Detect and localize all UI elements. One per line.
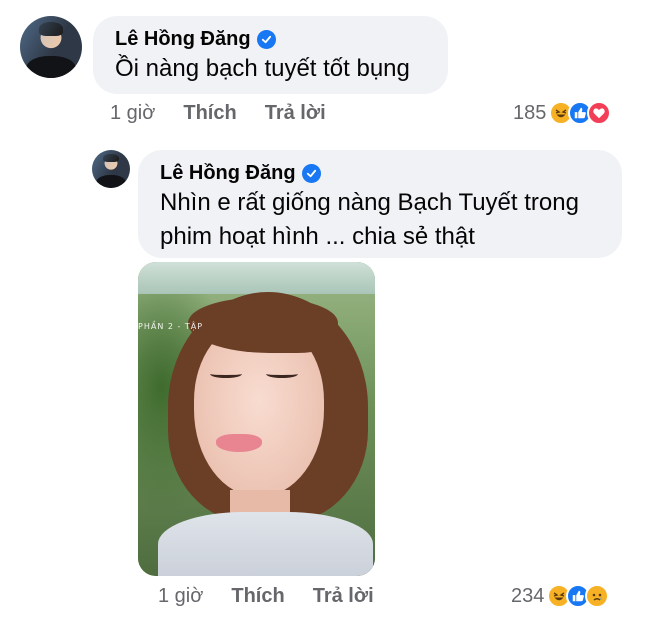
reply-bubble: Lê Hồng Đăng Nhìn e rất giống nàng Bạch …: [138, 150, 622, 258]
comment-author[interactable]: Lê Hồng Đăng: [115, 26, 426, 52]
commenter-avatar[interactable]: [20, 16, 82, 78]
love-reaction-icon: [587, 101, 612, 125]
like-button[interactable]: Thích: [231, 585, 284, 608]
comment-actions: 1 giờ Thích Trả lời: [110, 102, 354, 125]
reply-reaction-summary[interactable]: 234: [511, 584, 610, 608]
like-button[interactable]: Thích: [183, 102, 236, 125]
video-caption-text: PHẦN 2 - TẬP: [138, 322, 204, 331]
reply-text-line-1: Nhìn e rất giống nàng Bạch Tuyết trong: [160, 189, 579, 216]
comment-bubble: Lê Hồng Đăng Ồi nàng bạch tuyết tốt bụng: [93, 16, 448, 94]
author-name[interactable]: Lê Hồng Đăng: [160, 160, 296, 186]
reply-avatar[interactable]: [92, 150, 130, 188]
verified-badge-icon: [301, 163, 321, 183]
reply-button[interactable]: Trả lời: [313, 585, 374, 608]
author-name[interactable]: Lê Hồng Đăng: [115, 26, 251, 52]
reply-photo-attachment[interactable]: PHẦN 2 - TẬP: [138, 262, 375, 576]
sad-reaction-icon: [585, 584, 610, 608]
reply-text-line-2: phim hoạt hình ... chia sẻ thật: [160, 223, 475, 250]
comment-thread: Lê Hồng Đăng Ồi nàng bạch tuyết tốt bụng…: [0, 0, 650, 623]
reaction-summary[interactable]: 185: [513, 101, 612, 125]
comment-timestamp[interactable]: 1 giờ: [110, 102, 155, 125]
reaction-count: 185: [513, 101, 547, 124]
verified-badge-icon: [256, 29, 276, 49]
reply-actions: 1 giờ Thích Trả lời: [158, 585, 402, 608]
reply-button[interactable]: Trả lời: [265, 102, 326, 125]
reply-author[interactable]: Lê Hồng Đăng: [160, 160, 600, 186]
comment-text: Ồi nàng bạch tuyết tốt bụng: [115, 55, 410, 82]
reaction-count: 234: [511, 584, 545, 607]
reply-timestamp[interactable]: 1 giờ: [158, 585, 203, 608]
